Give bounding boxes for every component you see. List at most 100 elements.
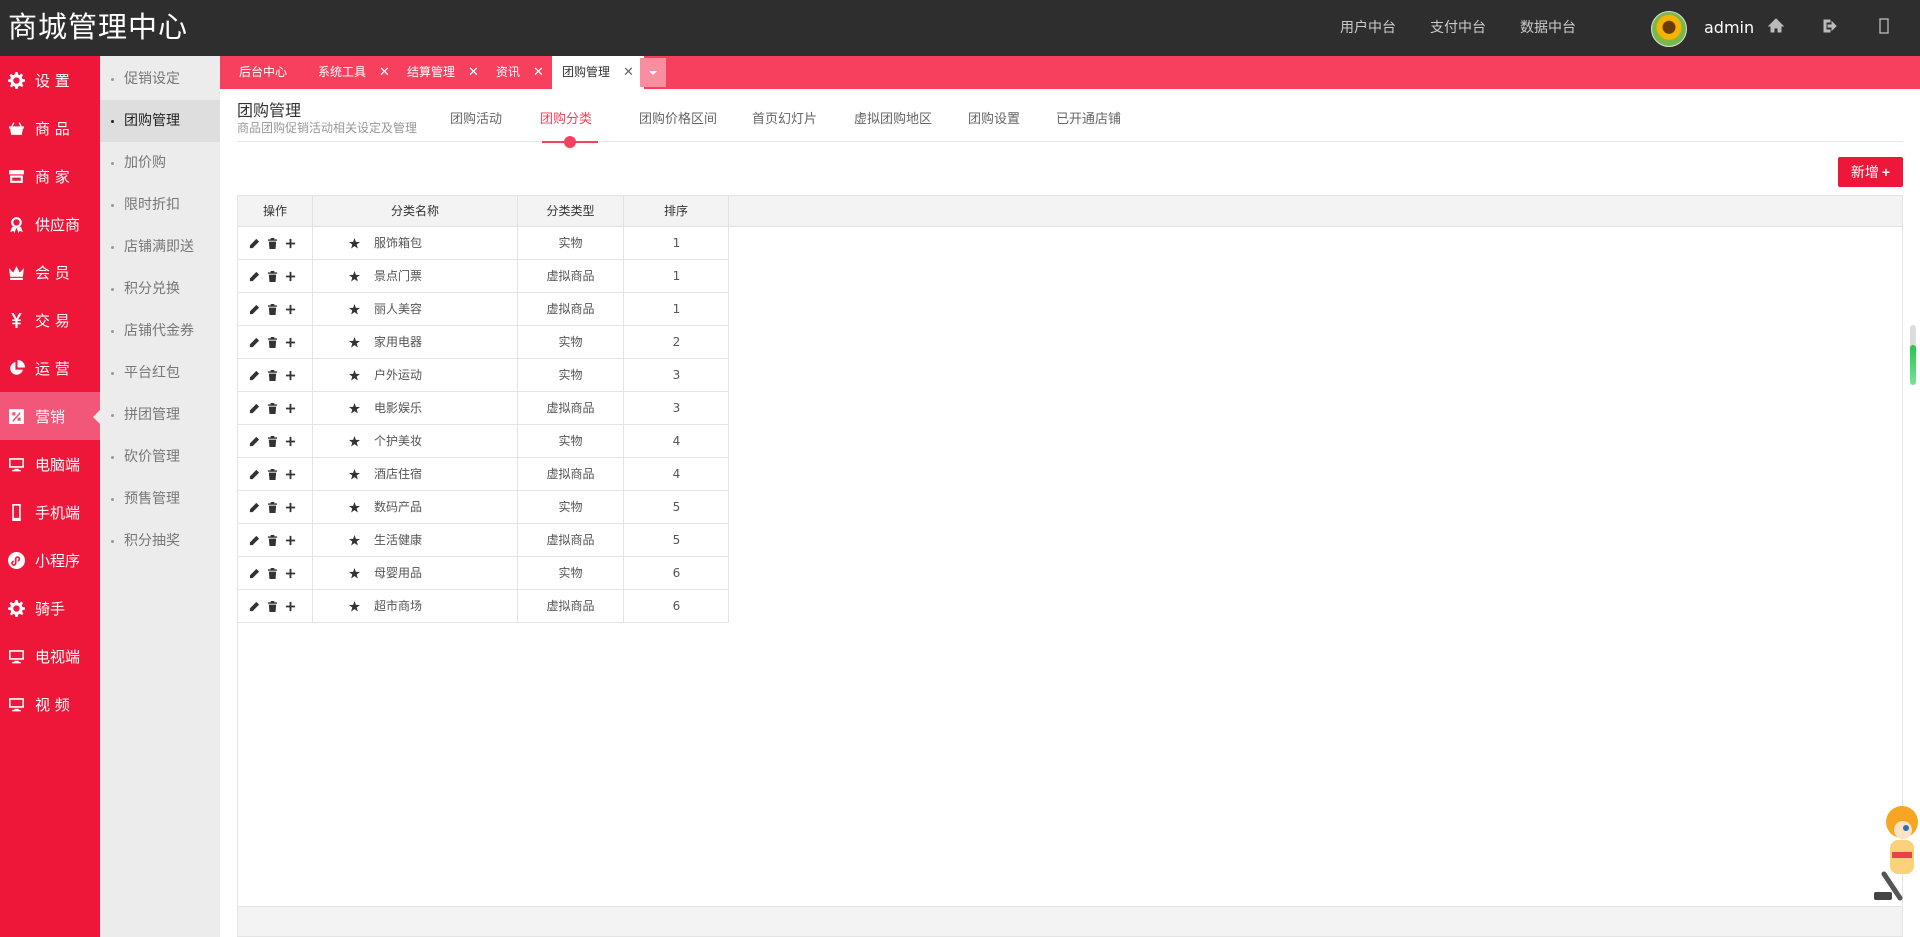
- trash-icon[interactable]: [267, 501, 278, 513]
- subnav-groupbuy-settings[interactable]: 团购设置: [968, 108, 1020, 127]
- subnav-groupbuy-category[interactable]: 团购分类: [540, 108, 592, 127]
- edit-icon[interactable]: [249, 568, 260, 579]
- trash-icon[interactable]: [267, 567, 278, 579]
- phone-icon: [12, 503, 21, 521]
- edit-icon[interactable]: [249, 601, 260, 612]
- edit-icon[interactable]: [249, 535, 260, 546]
- sidebar-item-marketing[interactable]: 营销: [0, 392, 101, 440]
- submenu-item-store-voucher[interactable]: 店铺代金券: [100, 310, 220, 352]
- submenu-item-presale[interactable]: 预售管理: [100, 478, 220, 520]
- submenu-item-bargain[interactable]: 砍价管理: [100, 436, 220, 478]
- tab-backend-center[interactable]: 后台中心: [239, 56, 287, 89]
- subnav-virtual-region[interactable]: 虚拟团购地区: [854, 108, 932, 127]
- submenu-item-points-exchange[interactable]: 积分兑换: [100, 268, 220, 310]
- sidebar-item-member[interactable]: 会 员: [0, 248, 100, 296]
- plus-icon[interactable]: [285, 337, 296, 348]
- submenu-item-groupbuy[interactable]: 团购管理: [100, 100, 220, 142]
- sidebar-item-settings[interactable]: 设 置: [0, 56, 100, 104]
- sidebar-item-mobile[interactable]: 手机端: [0, 488, 100, 536]
- edit-icon[interactable]: [249, 271, 260, 282]
- plus-icon[interactable]: [285, 238, 296, 249]
- admin-username[interactable]: admin: [1704, 0, 1754, 56]
- trash-icon[interactable]: [267, 402, 278, 414]
- plus-icon[interactable]: [285, 271, 296, 282]
- star-icon: [349, 501, 360, 513]
- top-link-pay-center[interactable]: 支付中台: [1430, 0, 1486, 56]
- tab-system-tools[interactable]: 系统工具 ✕: [318, 56, 390, 89]
- submenu-item-points-lottery[interactable]: 积分抽奖: [100, 520, 220, 562]
- sidebar-item-trade[interactable]: 交 易: [0, 296, 100, 344]
- submenu-item-pintuan[interactable]: 拼团管理: [100, 394, 220, 436]
- sidebar-item-operation[interactable]: 运 营: [0, 344, 100, 392]
- logout-icon[interactable]: [1820, 18, 1840, 38]
- sidebar-item-pc[interactable]: 电脑端: [0, 440, 100, 488]
- subnav-groupbuy-activity[interactable]: 团购活动: [450, 108, 502, 127]
- sidebar-item-goods[interactable]: 商 品: [0, 104, 100, 152]
- edit-icon[interactable]: [249, 502, 260, 513]
- edit-icon[interactable]: [249, 436, 260, 447]
- table-row: 酒店住宿 虚拟商品 4: [238, 458, 729, 491]
- subnav-opened-stores[interactable]: 已开通店铺: [1056, 108, 1121, 127]
- edit-icon[interactable]: [249, 370, 260, 381]
- trash-icon[interactable]: [267, 468, 278, 480]
- plus-icon[interactable]: [285, 502, 296, 513]
- plus-icon[interactable]: [285, 535, 296, 546]
- close-icon[interactable]: ✕: [623, 65, 634, 80]
- subnav-home-slides[interactable]: 首页幻灯片: [752, 108, 817, 127]
- scrollbar-thumb[interactable]: [1910, 345, 1916, 385]
- sidebar-item-video[interactable]: 视 频: [0, 680, 100, 728]
- submenu-item-promo-settings[interactable]: 促销设定: [100, 58, 220, 100]
- trash-icon[interactable]: [267, 270, 278, 282]
- plus-icon[interactable]: [285, 370, 296, 381]
- close-icon[interactable]: ✕: [379, 65, 390, 80]
- page-scrollbar[interactable]: [1910, 325, 1916, 385]
- column-header-order: 排序: [624, 196, 729, 226]
- tab-news[interactable]: 资讯 ✕: [496, 56, 544, 89]
- category-type-cell: 虚拟商品: [518, 293, 624, 325]
- close-icon[interactable]: ✕: [533, 65, 544, 80]
- mascot-icon[interactable]: [1870, 800, 1920, 905]
- plus-icon[interactable]: [285, 601, 296, 612]
- sidebar-item-merchant[interactable]: 商 家: [0, 152, 100, 200]
- fullscreen-icon[interactable]: [1874, 18, 1894, 38]
- edit-icon[interactable]: [249, 238, 260, 249]
- subnav-price-range[interactable]: 团购价格区间: [639, 108, 717, 127]
- submenu-item-addon-buy[interactable]: 加价购: [100, 142, 220, 184]
- category-type-cell: 虚拟商品: [518, 590, 624, 622]
- tab-settlement[interactable]: 结算管理 ✕: [407, 56, 479, 89]
- top-link-user-center[interactable]: 用户中台: [1340, 0, 1396, 56]
- trash-icon[interactable]: [267, 336, 278, 348]
- avatar[interactable]: [1651, 11, 1687, 47]
- sidebar-item-miniapp[interactable]: 小程序: [0, 536, 100, 584]
- add-button[interactable]: 新增 +: [1838, 157, 1903, 187]
- trash-icon[interactable]: [267, 303, 278, 315]
- trash-icon[interactable]: [267, 600, 278, 612]
- plus-icon[interactable]: [285, 304, 296, 315]
- trash-icon[interactable]: [267, 237, 278, 249]
- edit-icon[interactable]: [249, 337, 260, 348]
- submenu-item-flash-discount[interactable]: 限时折扣: [100, 184, 220, 226]
- top-link-data-center[interactable]: 数据中台: [1520, 0, 1576, 56]
- edit-icon[interactable]: [249, 403, 260, 414]
- home-icon[interactable]: [1766, 18, 1786, 38]
- plus-icon[interactable]: [285, 403, 296, 414]
- submenu-item-red-packet[interactable]: 平台红包: [100, 352, 220, 394]
- sidebar-item-tv[interactable]: 电视端: [0, 632, 100, 680]
- trash-icon[interactable]: [267, 534, 278, 546]
- sidebar-item-rider[interactable]: 骑手: [0, 584, 100, 632]
- edit-icon[interactable]: [249, 469, 260, 480]
- trash-icon[interactable]: [267, 435, 278, 447]
- close-icon[interactable]: ✕: [468, 65, 479, 80]
- submenu-item-full-gift[interactable]: 店铺满即送: [100, 226, 220, 268]
- edit-icon[interactable]: [249, 304, 260, 315]
- category-order-cell: 5: [672, 533, 681, 547]
- plus-icon[interactable]: [285, 568, 296, 579]
- category-type-cell: 实物: [518, 359, 624, 391]
- plus-icon[interactable]: [285, 436, 296, 447]
- tab-dropdown-chevron-icon[interactable]: [640, 58, 666, 87]
- row-actions: [238, 458, 313, 490]
- sidebar-item-supplier[interactable]: 供应商: [0, 200, 100, 248]
- trash-icon[interactable]: [267, 369, 278, 381]
- tab-groupbuy[interactable]: 团购管理 ✕: [552, 56, 644, 89]
- plus-icon[interactable]: [285, 469, 296, 480]
